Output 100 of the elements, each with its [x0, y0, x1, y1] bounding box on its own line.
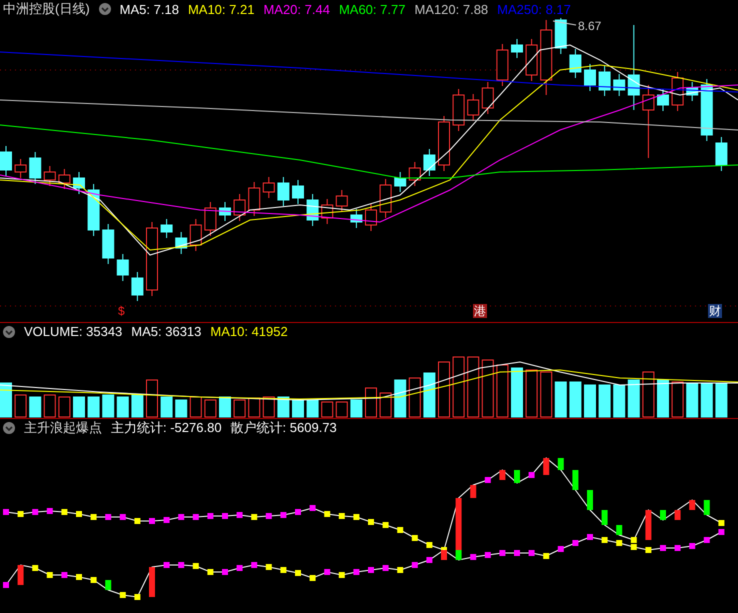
candlestick: [204, 202, 216, 236]
volume-bar: [540, 372, 552, 418]
volume-bar: [657, 380, 669, 418]
volume-bar: [598, 384, 611, 418]
candlestick: [700, 78, 713, 142]
legend-value: MA10: 7.21: [188, 2, 254, 16]
volume-bar: [234, 400, 246, 418]
candlestick: [58, 168, 70, 190]
candlestick: [496, 44, 508, 86]
candlestick: [175, 232, 188, 254]
volume-bar: [248, 398, 260, 418]
candlestick: [73, 172, 85, 194]
volume-bar: [380, 392, 392, 418]
candlestick: [686, 82, 698, 102]
legend-value: MA20: 7.44: [263, 2, 330, 16]
volume-bar: [584, 384, 596, 418]
volume-bar: [350, 400, 362, 418]
legend-value: MA120: 7.88: [414, 2, 488, 16]
candlestick: [467, 94, 480, 122]
volume-bar: [146, 380, 158, 418]
volume-bar: [715, 384, 728, 418]
volume-bar: [175, 400, 188, 418]
candlestick: [423, 148, 436, 176]
volume-bar: [73, 396, 85, 418]
volume-bar: [452, 356, 465, 418]
volume-bar: [29, 396, 42, 418]
candlestick: [88, 184, 100, 236]
volume-bar: [408, 378, 421, 418]
candlestick: [598, 66, 611, 96]
volume-bar: [526, 370, 538, 418]
volume-bar: [511, 368, 523, 418]
candlestick: [408, 162, 421, 186]
volume-bar: [306, 400, 319, 418]
candlestick: [102, 224, 114, 264]
event-marker[interactable]: 财: [708, 304, 722, 318]
legend-value: MA60: 7.77: [338, 2, 406, 16]
volume-bar: [277, 396, 290, 418]
leader-line: [552, 20, 576, 26]
dropdown-icon[interactable]: [98, 3, 111, 15]
candlestick: [14, 158, 27, 178]
candlestick: [438, 116, 450, 172]
event-marker[interactable]: $: [117, 304, 126, 318]
candlestick: [277, 176, 290, 206]
volume-bar: [467, 356, 480, 418]
candlestick: [262, 176, 275, 198]
indicator-title: 主升浪起爆点: [24, 418, 102, 436]
stock-title: 中洲控股(日线): [3, 0, 90, 18]
legend-value: VOLUME: 35343: [24, 324, 122, 339]
legend-value: MA250: 8.17: [497, 2, 571, 16]
legend-value: 散户统计: 5609.73: [230, 418, 337, 436]
volume-bar: [438, 362, 450, 418]
volume-bar: [423, 372, 436, 418]
legend-value: 主力统计: -5276.80: [111, 418, 222, 436]
candlestick: [160, 218, 173, 238]
candlestick: [44, 166, 56, 186]
candlestick: [248, 182, 260, 216]
candlestick: [321, 198, 334, 224]
candlestick: [715, 136, 728, 172]
high-price-label: 8.67: [578, 19, 602, 33]
volume-bar: [613, 384, 626, 418]
volume-bar: [292, 400, 304, 418]
volume-bar: [88, 396, 100, 418]
event-marker[interactable]: 港: [473, 304, 487, 318]
volume-bar: [336, 402, 348, 418]
legend-value: MA5: 36313: [131, 324, 202, 339]
candlestick: [511, 38, 523, 58]
candlestick: [452, 88, 465, 132]
volume-bar: [204, 400, 216, 418]
volume-bar: [14, 394, 27, 418]
dropdown-icon[interactable]: [3, 326, 15, 338]
volume-bar: [262, 396, 275, 418]
candlestick: [482, 82, 494, 114]
candlestick: [394, 172, 406, 192]
volume-bar: [482, 360, 494, 418]
volume-bar: [628, 380, 640, 418]
volume-bar: [44, 394, 56, 418]
volume-bar: [554, 382, 567, 418]
candlestick: [292, 180, 304, 204]
candlestick: [336, 190, 348, 212]
volume-bar: [642, 372, 654, 418]
candlestick: [569, 48, 582, 78]
candlestick: [190, 218, 202, 252]
volume-bar: [672, 382, 684, 418]
volume-bar: [160, 396, 173, 418]
candlestick: [380, 178, 392, 218]
volume-bar: [569, 382, 582, 418]
volume-bar: [321, 402, 334, 418]
candlestick: [657, 88, 669, 112]
volume-bar: [700, 382, 713, 418]
candlestick: [350, 208, 362, 228]
volume-bar: [131, 394, 144, 418]
volume-bar: [686, 384, 698, 418]
candlestick: [0, 146, 12, 176]
candlestick: [116, 254, 129, 282]
volume-bar: [102, 394, 114, 418]
dropdown-icon[interactable]: [3, 422, 15, 434]
volume-bar: [219, 396, 231, 418]
volume-bar: [0, 382, 12, 418]
volume-bar: [394, 380, 406, 418]
candlestick: [219, 202, 231, 222]
